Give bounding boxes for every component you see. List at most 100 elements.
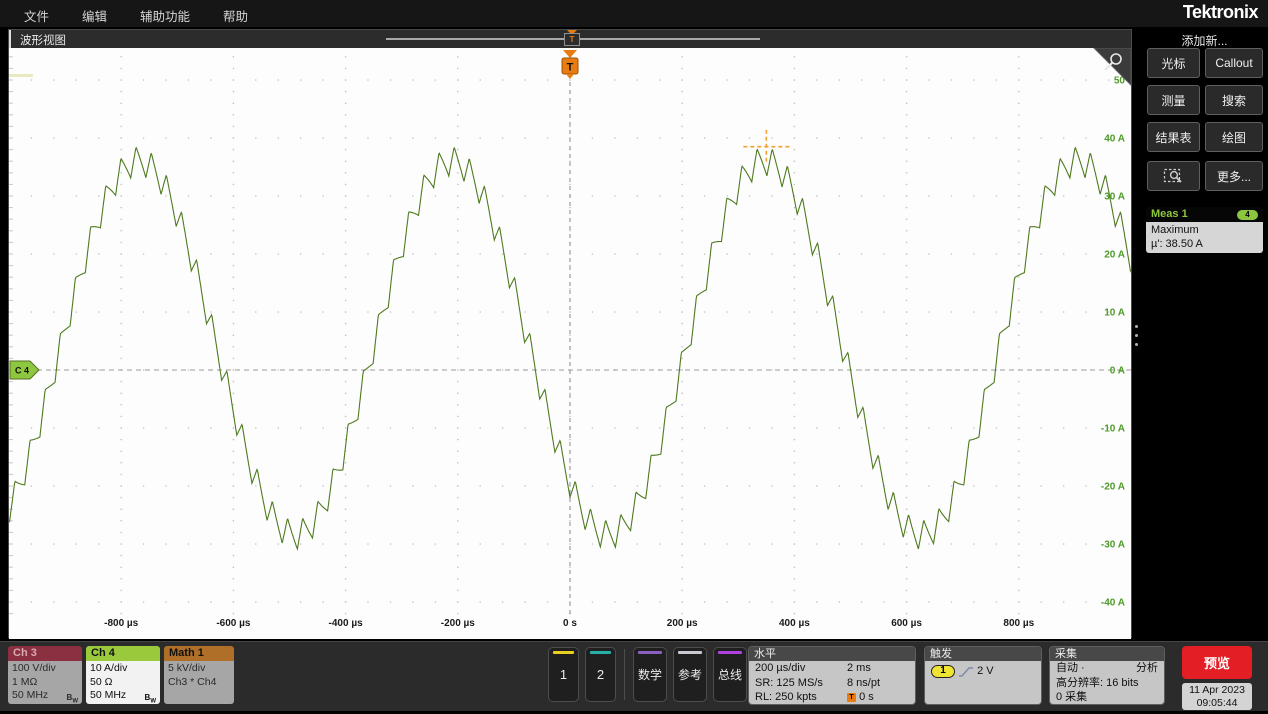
horizontal-panel[interactable]: 水平 200 µs/div 2 ms SR: 125 MS/s 8 ns/pt … bbox=[748, 646, 916, 705]
math1-header: Math 1 bbox=[164, 646, 234, 661]
ch3-bandwidth: BW 50 MHz bbox=[12, 689, 78, 703]
trigger-level: 2 V bbox=[977, 665, 994, 677]
math1-scale: 5 kV/div bbox=[168, 662, 230, 676]
results-bar: 添加新... 光标 Callout 测量 搜索 结果表 绘图 更多... Mea… bbox=[1141, 29, 1268, 638]
ch3-impedance: 1 MΩ bbox=[12, 676, 78, 690]
x-tick-label: 800 µs bbox=[1003, 618, 1034, 629]
y-tick-label: 40 A bbox=[1104, 134, 1125, 145]
ch4-header: Ch 4 bbox=[86, 646, 160, 661]
ch4-impedance: 50 Ω bbox=[90, 676, 156, 690]
bandwidth-limit-icon: BW bbox=[145, 691, 156, 704]
math1-expression: Ch3 * Ch4 bbox=[168, 676, 230, 690]
panel-drag-handle[interactable] bbox=[1135, 325, 1139, 352]
ch3-settings: 100 V/div 1 MΩ BW 50 MHz bbox=[8, 661, 82, 704]
meas1-value: µ': 38.50 A bbox=[1151, 237, 1263, 251]
grid-dots bbox=[9, 56, 1109, 614]
horizontal-title: 水平 bbox=[749, 647, 915, 661]
svg-text:C 4: C 4 bbox=[15, 366, 29, 376]
math1-settings: 5 kV/div Ch3 * Ch4 bbox=[164, 661, 234, 704]
menu-help[interactable]: 帮助 bbox=[223, 6, 248, 25]
ch3-header: Ch 3 bbox=[8, 646, 82, 661]
timebase: 200 µs/div bbox=[755, 661, 847, 676]
acquisition-mode: 自动 · bbox=[1056, 661, 1085, 676]
reference-button[interactable]: 参考 bbox=[673, 647, 707, 702]
ch4-scale: 10 A/div bbox=[90, 662, 156, 676]
date-label: 11 Apr 2023 bbox=[1182, 684, 1252, 697]
zoom-mode-button[interactable] bbox=[1147, 161, 1200, 191]
meas1-badge[interactable]: Meas 1 4 Maximum µ': 38.50 A bbox=[1146, 207, 1263, 253]
y-tick-label: 20 A bbox=[1104, 250, 1125, 261]
search-button[interactable]: 搜索 bbox=[1205, 85, 1263, 115]
plot-button[interactable]: 绘图 bbox=[1205, 122, 1263, 152]
window-duration: 2 ms bbox=[847, 661, 871, 676]
menu-utility[interactable]: 辅助功能 bbox=[140, 6, 190, 25]
bus-button[interactable]: 总线 bbox=[713, 647, 747, 702]
meas1-header: Meas 1 4 bbox=[1146, 207, 1263, 222]
callout-button[interactable]: Callout bbox=[1205, 48, 1263, 78]
channel-badge-ch3[interactable]: Ch 3 100 V/div 1 MΩ BW 50 MHz bbox=[8, 646, 82, 704]
measure-button[interactable]: 测量 bbox=[1147, 85, 1200, 115]
acquisition-resolution: 高分辨率: 16 bits bbox=[1056, 676, 1158, 691]
meas1-name: Meas 1 bbox=[1151, 208, 1188, 220]
waveform-view-title: 波形视图 bbox=[20, 32, 66, 48]
record-length: RL: 250 kpts bbox=[755, 690, 847, 705]
waveform-plot-area[interactable]: C 4T5040 A30 A20 A10 A0 A-10 A-20 A-30 A… bbox=[9, 48, 1131, 639]
acquisition-count: 0 采集 bbox=[1056, 690, 1158, 705]
datetime-display: 11 Apr 2023 09:05:44 bbox=[1182, 683, 1252, 710]
acquisition-panel[interactable]: 采集 自动 · 分析 高分辨率: 16 bits 0 采集 bbox=[1049, 646, 1165, 705]
y-tick-label: -10 A bbox=[1101, 424, 1125, 435]
ch1-offscreen-mark bbox=[9, 74, 33, 77]
ch2-enable-button[interactable]: 2 bbox=[585, 647, 616, 702]
channel-badge-ch4[interactable]: Ch 4 10 A/div 50 Ω BW 50 MHz bbox=[86, 646, 160, 704]
menu-file[interactable]: 文件 bbox=[24, 6, 49, 25]
channel-buttons-group: 1 2 数学 参考 总线 bbox=[548, 647, 747, 702]
tektronix-logo: Tektronix bbox=[1183, 2, 1258, 23]
x-tick-label: 0 s bbox=[563, 618, 577, 629]
trigger-position-mini-icon: T bbox=[847, 693, 856, 702]
waveform-plot[interactable]: C 4T5040 A30 A20 A10 A0 A-10 A-20 A-30 A… bbox=[9, 48, 1131, 639]
trigger-title: 触发 bbox=[925, 647, 1041, 661]
y-tick-label: 10 A bbox=[1104, 308, 1125, 319]
y-tick-label: -30 A bbox=[1101, 540, 1125, 551]
trigger-arrow-icon bbox=[563, 50, 577, 58]
bandwidth-limit-icon: BW bbox=[67, 691, 78, 704]
menu-bar: 文件 编辑 辅助功能 帮助 Tektronix bbox=[0, 0, 1268, 27]
sample-rate: SR: 125 MS/s bbox=[755, 676, 847, 691]
ch3-scale: 100 V/div bbox=[12, 662, 78, 676]
trigger-panel[interactable]: 触发 1 2 V bbox=[924, 646, 1042, 705]
analysis-label[interactable]: 分析 bbox=[1136, 661, 1158, 676]
more-button[interactable]: 更多... bbox=[1205, 161, 1263, 191]
math-button[interactable]: 数学 bbox=[633, 647, 667, 702]
ch1-enable-button[interactable]: 1 bbox=[548, 647, 579, 702]
time-label: 09:05:44 bbox=[1182, 697, 1252, 710]
results-table-button[interactable]: 结果表 bbox=[1147, 122, 1200, 152]
y-tick-label: -40 A bbox=[1101, 598, 1125, 609]
add-new-label: 添加新... bbox=[1141, 32, 1268, 49]
x-tick-label: -800 µs bbox=[104, 618, 139, 629]
ch4-settings: 10 A/div 50 Ω BW 50 MHz bbox=[86, 661, 160, 704]
channel-badge-math1[interactable]: Math 1 5 kV/div Ch3 * Ch4 bbox=[164, 646, 234, 704]
corner-zoom-button bbox=[1094, 48, 1131, 85]
x-tick-label: -200 µs bbox=[441, 618, 476, 629]
horizontal-delay: 0 s bbox=[859, 691, 874, 703]
preview-button[interactable]: 预览 bbox=[1182, 646, 1252, 679]
x-tick-label: -400 µs bbox=[329, 618, 364, 629]
menu-edit[interactable]: 编辑 bbox=[82, 6, 107, 25]
cursor-button[interactable]: 光标 bbox=[1147, 48, 1200, 78]
y-tick-label: -20 A bbox=[1101, 482, 1125, 493]
ch4-bandwidth: BW 50 MHz bbox=[90, 689, 156, 703]
waveform-view-titlebar[interactable]: 波形视图 T bbox=[9, 30, 1131, 48]
sample-interval: 8 ns/pt bbox=[847, 676, 880, 691]
y-tick-label: 0 A bbox=[1110, 366, 1125, 377]
meas1-count-badge: 4 bbox=[1237, 210, 1258, 220]
waveform-view-window: 波形视图 T C 4T5040 A30 A20 A10 A0 A-10 A-20… bbox=[8, 29, 1132, 638]
x-tick-label: 600 µs bbox=[891, 618, 922, 629]
x-tick-label: 200 µs bbox=[667, 618, 698, 629]
trigger-source-badge: 1 bbox=[931, 665, 955, 678]
meas1-type: Maximum bbox=[1151, 223, 1263, 237]
trigger-position-icon[interactable]: T bbox=[564, 33, 580, 46]
meas1-body: Maximum µ': 38.50 A bbox=[1146, 222, 1263, 253]
y-tick-label: 30 A bbox=[1104, 192, 1125, 203]
rising-edge-icon bbox=[958, 665, 974, 678]
acquisition-title: 采集 bbox=[1050, 647, 1164, 661]
